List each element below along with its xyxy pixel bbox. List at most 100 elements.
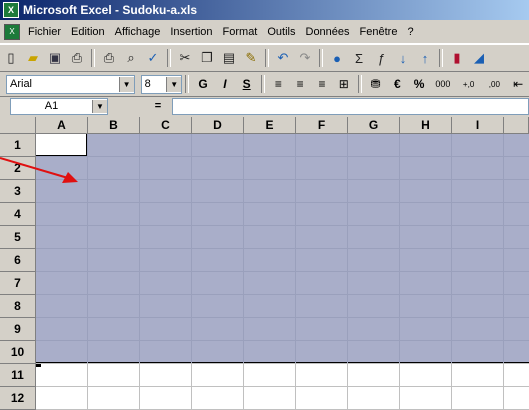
undo-icon[interactable]: ↶ (273, 48, 293, 68)
merge-center-icon[interactable]: ⊞ (334, 74, 354, 94)
selected-range[interactable] (36, 134, 529, 364)
row-header-7[interactable]: 7 (0, 272, 36, 295)
gridline-horizontal (36, 202, 529, 203)
toolbar-separator (185, 75, 190, 93)
font-name-value: Arial (10, 78, 33, 90)
gridline-horizontal (36, 248, 529, 249)
menu-fichier[interactable]: Fichier (23, 26, 66, 38)
toolbar-separator (439, 49, 443, 67)
row-header-9[interactable]: 9 (0, 318, 36, 341)
selection-gridline-vertical (503, 134, 504, 364)
autosum-icon[interactable]: Σ (349, 48, 369, 68)
select-all-corner[interactable] (0, 117, 36, 134)
new-document-icon[interactable]: ▯ (1, 48, 21, 68)
menu-outils[interactable]: Outils (262, 26, 300, 38)
menu-affichage[interactable]: Affichage (110, 26, 166, 38)
gridline-horizontal (36, 179, 529, 180)
toolbar-separator (260, 75, 265, 93)
name-box-value: A1 (44, 100, 59, 112)
column-header-e[interactable]: E (244, 117, 296, 134)
percent-button[interactable]: % (409, 74, 429, 94)
selection-gridline-vertical (191, 134, 192, 364)
menu-help[interactable]: ? (402, 26, 418, 38)
open-folder-icon[interactable]: ▰ (23, 48, 43, 68)
gridline-horizontal (36, 386, 529, 387)
function-icon[interactable]: ƒ (371, 48, 391, 68)
print-preview-icon[interactable]: ⌕ (121, 48, 141, 68)
permission-icon[interactable]: ⎙ (67, 48, 87, 68)
paste-icon[interactable]: ▤ (219, 48, 239, 68)
column-header-a[interactable]: A (36, 117, 88, 134)
font-name-combo[interactable]: Arial ▼ (6, 74, 135, 94)
row-header-11[interactable]: 11 (0, 364, 36, 387)
formula-equals-button[interactable]: = (148, 100, 168, 112)
column-header-i[interactable]: I (452, 117, 504, 134)
red-arrow-annotation (0, 157, 78, 183)
name-box[interactable]: A1 ▼ (10, 97, 108, 115)
align-right-icon[interactable]: ≡ (312, 74, 332, 94)
row-header-6[interactable]: 6 (0, 249, 36, 272)
gridline-horizontal (36, 363, 529, 364)
save-icon[interactable]: ▣ (45, 48, 65, 68)
gridline-horizontal (36, 340, 529, 341)
font-size-combo[interactable]: 8 ▼ (140, 74, 183, 94)
euro-icon[interactable]: € (387, 74, 407, 94)
gridline-horizontal (36, 225, 529, 226)
menu-edition[interactable]: Edition (66, 26, 110, 38)
column-header-g[interactable]: G (348, 117, 400, 134)
currency-icon[interactable]: ⛃ (366, 74, 386, 94)
menu-donnees[interactable]: Données (301, 26, 355, 38)
formula-bar: A1 ▼ = (0, 97, 529, 115)
chevron-down-icon[interactable]: ▼ (118, 76, 134, 92)
redo-icon[interactable]: ↷ (295, 48, 315, 68)
excel-app-icon[interactable]: X (3, 2, 19, 18)
font-size-value: 8 (144, 78, 151, 90)
row-header-12[interactable]: 12 (0, 387, 36, 410)
cut-icon[interactable]: ✂ (175, 48, 195, 68)
print-icon[interactable]: ⎙ (99, 48, 119, 68)
column-header-b[interactable]: B (88, 117, 140, 134)
row-header-4[interactable]: 4 (0, 203, 36, 226)
chart-wizard-icon[interactable]: ▮ (447, 48, 467, 68)
row-header-10[interactable]: 10 (0, 341, 36, 364)
row-header-8[interactable]: 8 (0, 295, 36, 318)
align-left-icon[interactable]: ≡ (269, 74, 289, 94)
sort-ascending-icon[interactable]: ↓ (393, 48, 413, 68)
bold-button[interactable]: G (193, 74, 213, 94)
spelling-icon[interactable]: ✓ (143, 48, 163, 68)
toolbar-separator (357, 75, 362, 93)
workbook-icon[interactable]: X (4, 24, 20, 40)
column-header-partial[interactable] (504, 117, 529, 134)
toolbar-separator (265, 49, 269, 67)
column-header-h[interactable]: H (400, 117, 452, 134)
drawing-icon[interactable]: ◢ (469, 48, 489, 68)
toolbar-separator (167, 49, 171, 67)
selection-gridline-vertical (139, 134, 140, 364)
selection-gridline-vertical (451, 134, 452, 364)
hyperlink-icon[interactable]: ● (327, 48, 347, 68)
thousands-separator-button[interactable]: 000 (431, 74, 455, 94)
indent-icon[interactable]: ⇤ (508, 74, 528, 94)
formatting-toolbar: Arial ▼ 8 ▼ G I S ≡ ≡ ≡ ⊞ ⛃ € % 000 +,0 … (0, 72, 529, 97)
italic-button[interactable]: I (215, 74, 235, 94)
chevron-down-icon[interactable]: ▼ (166, 76, 182, 92)
format-painter-icon[interactable]: ✎ (241, 48, 261, 68)
menu-fenetre[interactable]: Fenêtre (355, 26, 403, 38)
chevron-down-icon[interactable]: ▼ (92, 99, 107, 113)
align-center-icon[interactable]: ≡ (290, 74, 310, 94)
arrow-shaft (0, 157, 69, 179)
standard-toolbar: ▯ ▰ ▣ ⎙ ⎙ ⌕ ✓ ✂ ❐ ▤ ✎ ↶ ↷ ● Σ ƒ ↓ ↑ ▮ ◢ (0, 44, 529, 72)
sort-descending-icon[interactable]: ↑ (415, 48, 435, 68)
row-header-5[interactable]: 5 (0, 226, 36, 249)
column-header-c[interactable]: C (140, 117, 192, 134)
copy-icon[interactable]: ❐ (197, 48, 217, 68)
decrease-decimal-button[interactable]: ,00 (482, 74, 506, 94)
formula-input[interactable] (172, 97, 529, 115)
column-header-d[interactable]: D (192, 117, 244, 134)
increase-decimal-button[interactable]: +,0 (457, 74, 481, 94)
underline-button[interactable]: S (237, 74, 257, 94)
menu-format[interactable]: Format (218, 26, 263, 38)
toolbar-separator (91, 49, 95, 67)
column-header-f[interactable]: F (296, 117, 348, 134)
menu-insertion[interactable]: Insertion (165, 26, 217, 38)
